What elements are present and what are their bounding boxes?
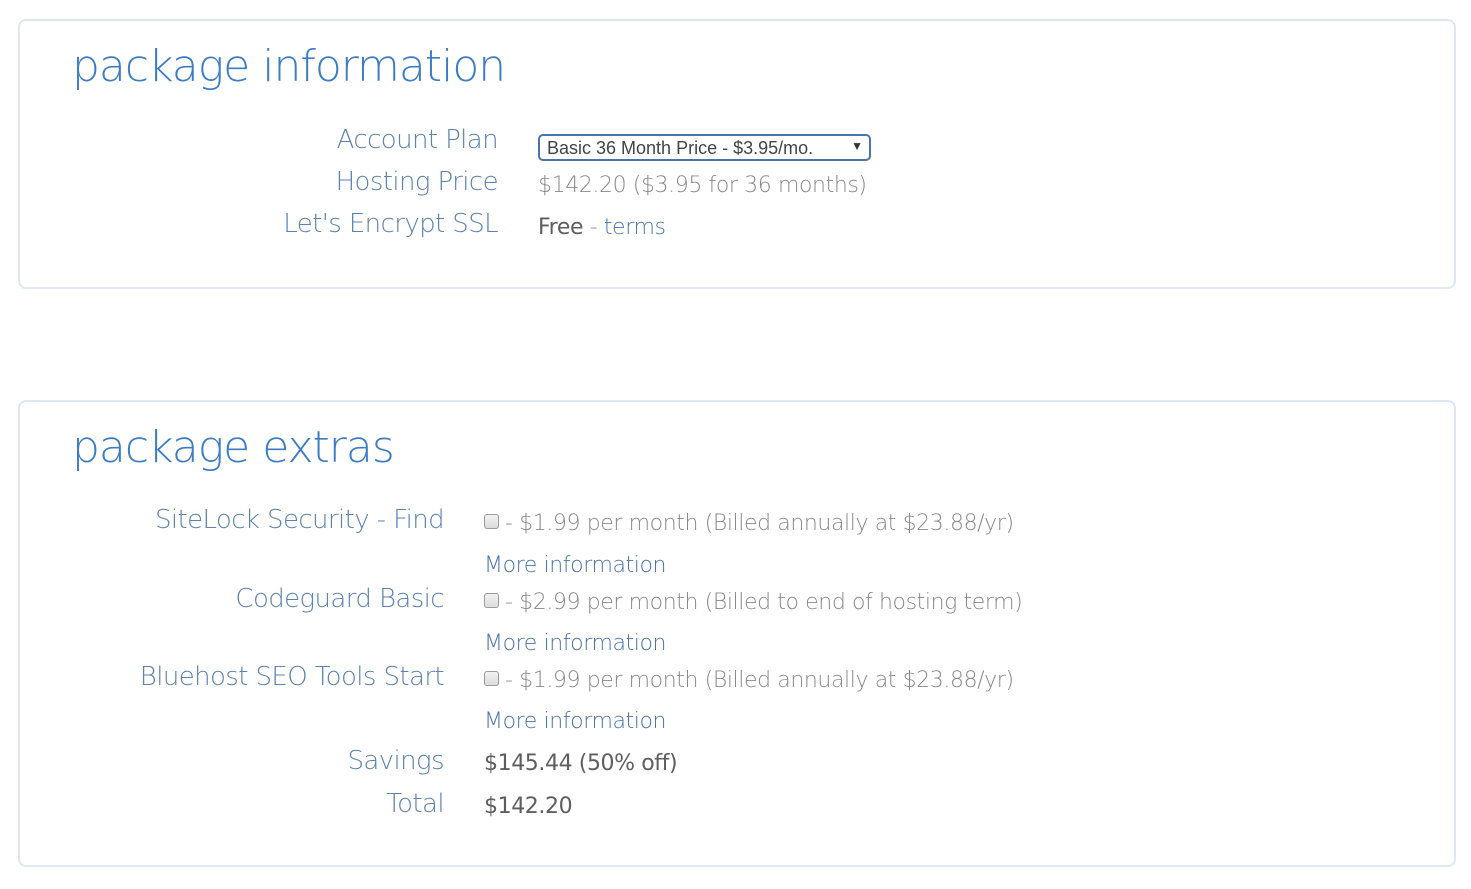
hosting-price-label: Hosting Price — [335, 167, 499, 197]
codeguard-checkbox[interactable] — [484, 593, 499, 608]
sitelock-more-info-link[interactable]: More information — [484, 553, 667, 578]
package-extras-panel: package extras SiteLock Security - Find … — [18, 400, 1456, 867]
codeguard-more-info-link[interactable]: More information — [484, 631, 667, 656]
savings-label: Savings — [347, 746, 445, 776]
sitelock-price: - $1.99 per month (Billed annually at $2… — [505, 511, 1014, 536]
extra-row-seo-tools: - $1.99 per month (Billed annually at $2… — [484, 668, 1014, 693]
ssl-label: Let's Encrypt SSL — [283, 209, 498, 239]
total-value: $142.20 — [484, 794, 573, 819]
seo-tools-price: - $1.99 per month (Billed annually at $2… — [505, 668, 1014, 693]
extra-label-codeguard: Codeguard Basic — [235, 584, 444, 614]
dropdown-arrow-icon: ▼ — [851, 139, 863, 153]
package-extras-title: package extras — [72, 422, 395, 473]
account-plan-label: Account Plan — [336, 125, 499, 155]
seo-tools-checkbox[interactable] — [484, 671, 499, 686]
sitelock-checkbox[interactable] — [484, 514, 499, 529]
extra-row-sitelock: - $1.99 per month (Billed annually at $2… — [484, 511, 1014, 536]
seo-tools-more-info-link[interactable]: More information — [484, 709, 667, 734]
codeguard-price: - $2.99 per month (Billed to end of host… — [505, 590, 1023, 615]
package-information-title: package information — [72, 41, 506, 92]
ssl-value-row: Free - terms — [538, 215, 666, 240]
ssl-separator: - — [583, 215, 604, 240]
total-label: Total — [386, 789, 444, 819]
extra-label-seo-tools: Bluehost SEO Tools Start — [139, 662, 445, 692]
package-information-panel: package information Account Plan Basic 3… — [18, 19, 1456, 289]
account-plan-selected-value: Basic 36 Month Price - $3.95/mo. — [547, 138, 814, 158]
savings-value: $145.44 (50% off) — [484, 751, 678, 776]
ssl-terms-link[interactable]: terms — [604, 215, 666, 240]
ssl-free-text: Free — [538, 215, 584, 240]
account-plan-select[interactable]: Basic 36 Month Price - $3.95/mo. ▼ — [538, 134, 871, 161]
extra-label-sitelock: SiteLock Security - Find — [154, 505, 445, 535]
hosting-price-value: $142.20 ($3.95 for 36 months) — [538, 173, 867, 198]
extra-row-codeguard: - $2.99 per month (Billed to end of host… — [484, 590, 1023, 615]
